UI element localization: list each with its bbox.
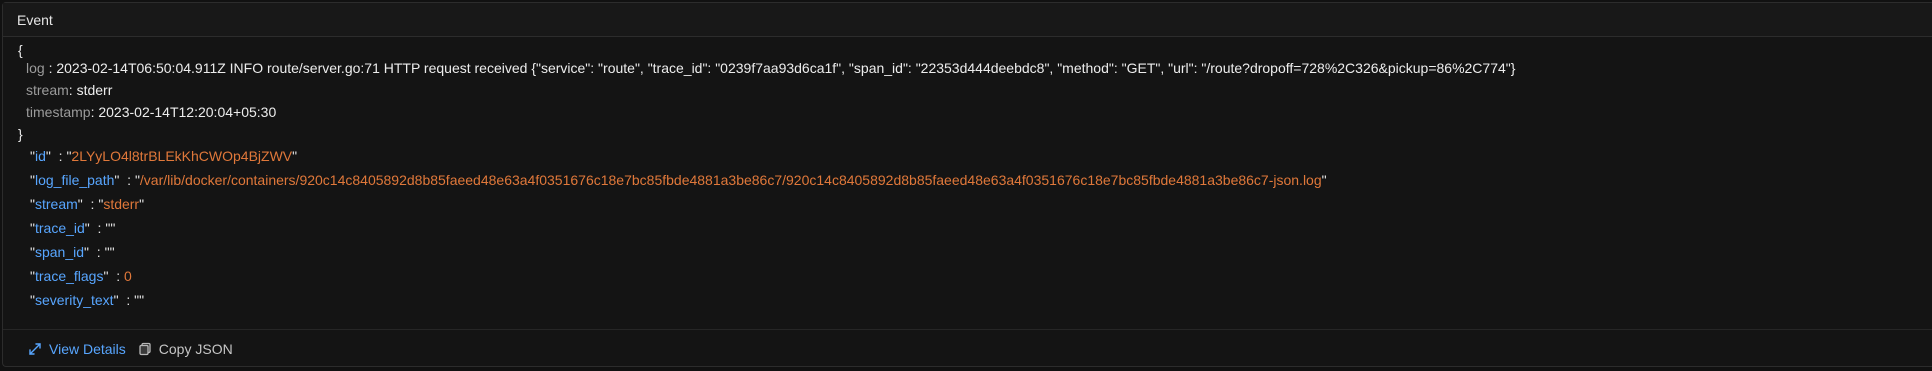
copy-json-button[interactable]: Copy JSON (138, 341, 233, 357)
expand-arrows-icon (28, 342, 42, 356)
attr-key: log_file_path (34, 172, 115, 188)
attr-value: 0 (124, 268, 132, 284)
panel-header: Event (3, 3, 1932, 37)
attr-row-stream: "stream" : "stderr" (30, 196, 145, 212)
attr-row-id: "id" : "2LYyLO4l8trBLEkKhCWOp4BjZWV" (30, 148, 298, 164)
field-value: 2023-02-14T06:50:04.911Z INFO route/serv… (56, 60, 1516, 76)
view-details-label: View Details (49, 341, 126, 357)
close-brace: } (18, 126, 23, 142)
log-field-log: log : 2023-02-14T06:50:04.911Z INFO rout… (26, 60, 1516, 76)
attr-value: stderr (103, 196, 140, 212)
event-footer: View Details Copy JSON (3, 329, 1932, 368)
open-brace: { (18, 42, 23, 58)
field-key: log (26, 60, 45, 76)
panel-title: Event (17, 11, 53, 28)
field-key: stream (26, 82, 69, 98)
attr-row-trace-flags: "trace_flags" : 0 (30, 268, 132, 284)
event-body: { log : 2023-02-14T06:50:04.911Z INFO ro… (3, 37, 1932, 368)
attr-key: span_id (34, 244, 85, 260)
attr-key: trace_id (34, 220, 85, 236)
attr-row-severity-text: "severity_text" : "" (30, 292, 145, 308)
attr-row-trace-id: "trace_id" : "" (30, 220, 116, 236)
attr-row-span-id: "span_id" : "" (30, 244, 115, 260)
event-panel: Event { log : 2023-02-14T06:50:04.911Z I… (2, 2, 1932, 367)
attr-key: severity_text (34, 292, 114, 308)
field-value: 2023-02-14T12:20:04+05:30 (98, 104, 277, 120)
copy-icon (138, 342, 152, 356)
attr-value: /var/lib/docker/containers/920c14c840589… (139, 172, 1322, 188)
attr-row-log-file-path: "log_file_path" : "/var/lib/docker/conta… (30, 172, 1327, 188)
attr-value: 2LYyLO4l8trBLEkKhCWOp4BjZWV (71, 148, 293, 164)
field-key: timestamp (26, 104, 91, 120)
view-details-button[interactable]: View Details (28, 341, 126, 357)
log-field-stream: stream: stderr (26, 82, 113, 98)
attr-key: stream (34, 196, 78, 212)
field-value: stderr (76, 82, 113, 98)
attr-key: trace_flags (34, 268, 104, 284)
attr-key: id (34, 148, 46, 164)
log-field-timestamp: timestamp: 2023-02-14T12:20:04+05:30 (26, 104, 277, 120)
copy-json-label: Copy JSON (158, 341, 233, 357)
